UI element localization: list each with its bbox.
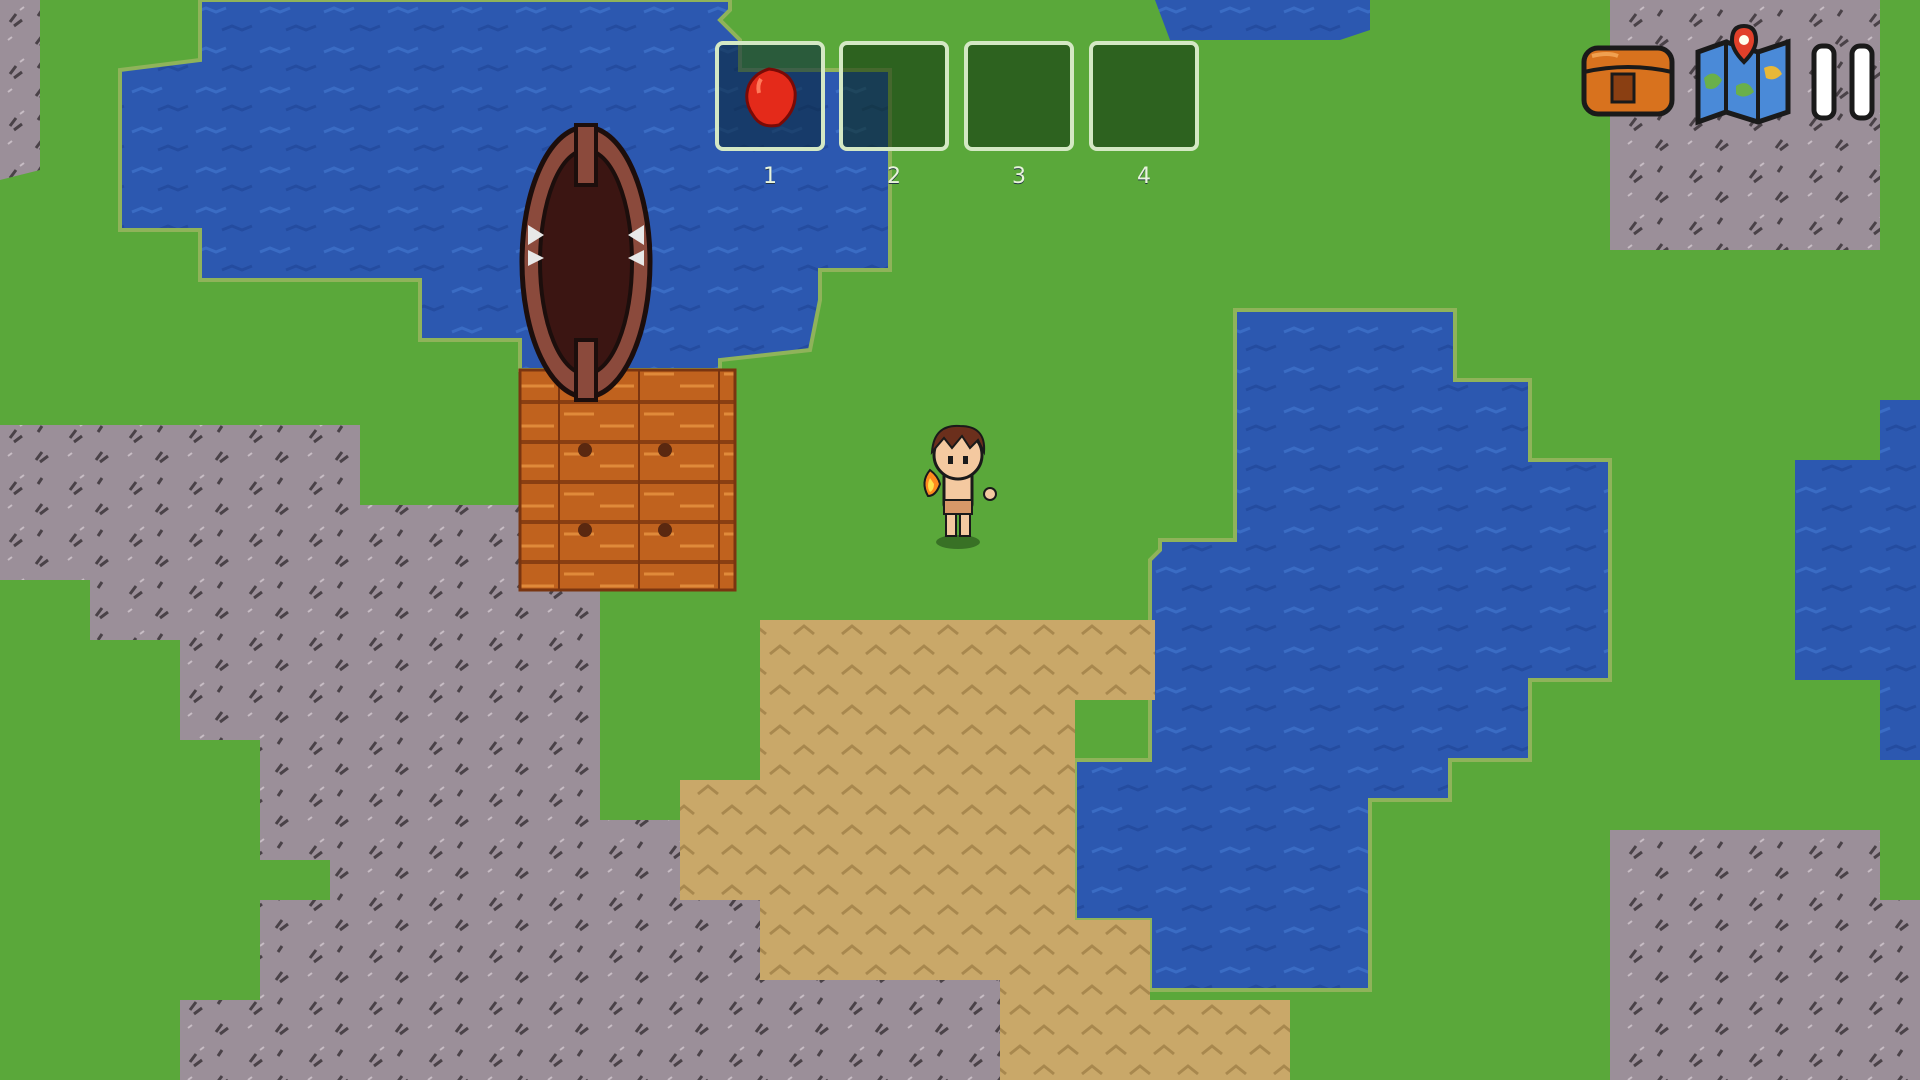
hotbar-slot-4[interactable]	[1089, 41, 1199, 151]
rock-bottom-right	[1610, 830, 1920, 1080]
backpack-button[interactable]	[1578, 38, 1678, 126]
red-berry-icon	[745, 67, 797, 128]
hotbar-slot-number: 2	[887, 164, 901, 189]
pause-icon	[1811, 43, 1875, 121]
hotbar-slot-number: 1	[763, 164, 777, 189]
map-button[interactable]	[1692, 22, 1796, 130]
pause-button[interactable]	[1808, 42, 1880, 126]
wooden-boat[interactable]	[519, 123, 653, 402]
backpack-icon	[1581, 45, 1675, 117]
hotbar-slot-number: 4	[1137, 164, 1151, 189]
world-map	[0, 0, 1920, 1080]
map-icon	[1695, 23, 1791, 126]
hotbar-slot-2[interactable]	[839, 41, 949, 151]
wooden-dock	[518, 368, 737, 592]
hotbar-slot-number: 3	[1012, 164, 1026, 189]
hotbar-slot-1[interactable]	[715, 41, 825, 151]
rock-top-left	[0, 0, 40, 180]
pond-top	[1155, 0, 1370, 40]
game-viewport[interactable]: 1 2 3 4	[0, 0, 1920, 1080]
hotbar-slot-3[interactable]	[964, 41, 1074, 151]
